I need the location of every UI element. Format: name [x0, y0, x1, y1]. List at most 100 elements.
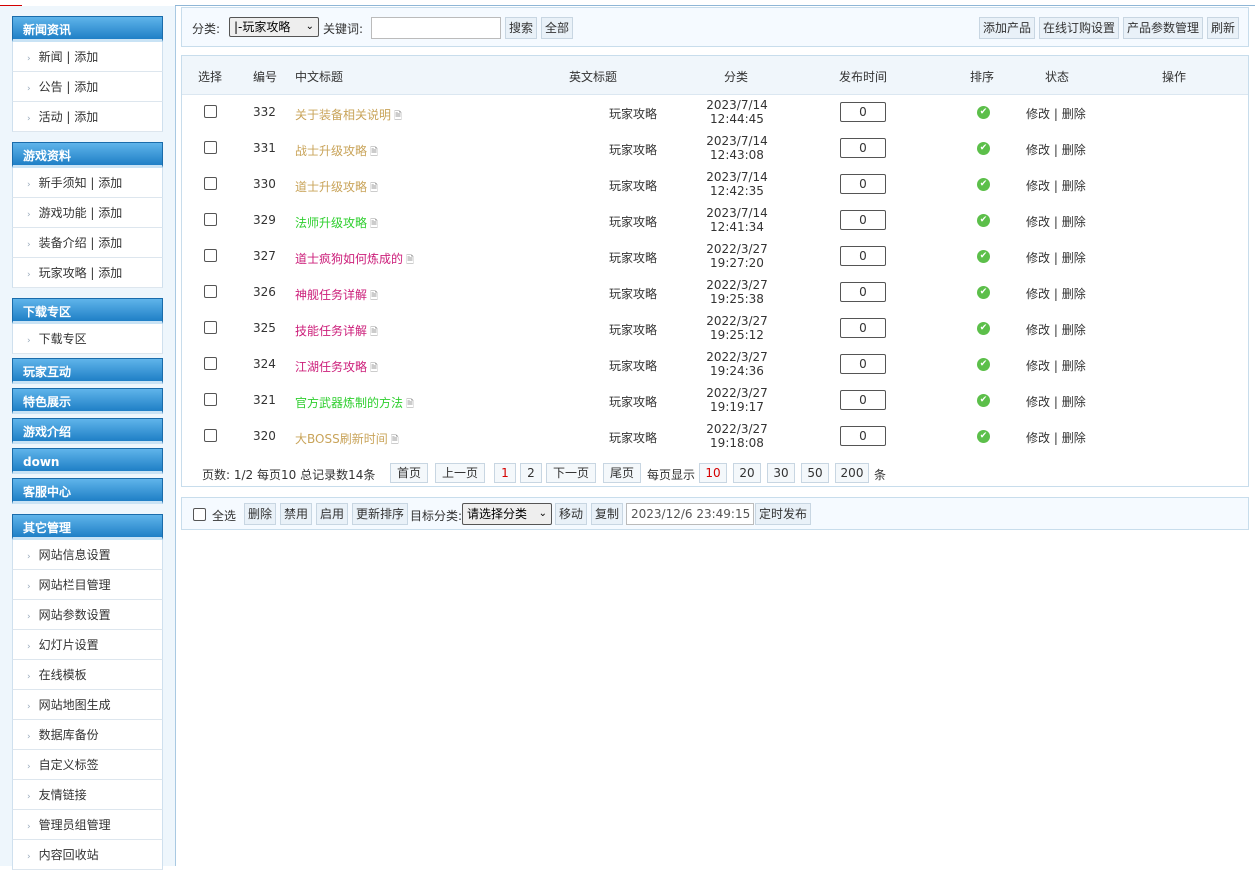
- sidebar-item[interactable]: › 装备介绍 | 添加: [12, 228, 163, 258]
- delete-link[interactable]: 删除: [1062, 215, 1086, 229]
- sidebar-group-title[interactable]: 其它管理: [12, 514, 163, 540]
- next-page-button[interactable]: 下一页: [546, 463, 596, 483]
- sidebar-group-title[interactable]: 特色展示: [12, 388, 163, 414]
- sidebar-group-title[interactable]: down: [12, 448, 163, 474]
- sidebar-item[interactable]: › 幻灯片设置: [12, 630, 163, 660]
- row-checkbox[interactable]: [204, 285, 217, 298]
- delete-link[interactable]: 删除: [1062, 431, 1086, 445]
- row-checkbox[interactable]: [204, 357, 217, 370]
- row-order-input[interactable]: 0: [840, 138, 886, 158]
- edit-link[interactable]: 修改: [1026, 107, 1050, 121]
- sidebar-group-title[interactable]: 玩家互动: [12, 358, 163, 384]
- check-circle-icon[interactable]: ✔: [977, 106, 990, 119]
- row-checkbox[interactable]: [204, 177, 217, 190]
- sidebar-item[interactable]: › 玩家攻略 | 添加: [12, 258, 163, 288]
- batch-disable-button[interactable]: 禁用: [280, 503, 313, 525]
- row-order-input[interactable]: 0: [840, 282, 886, 302]
- delete-link[interactable]: 删除: [1062, 395, 1086, 409]
- prev-page-button[interactable]: 上一页: [435, 463, 485, 483]
- sidebar-item[interactable]: › 友情链接: [12, 780, 163, 810]
- sidebar-item[interactable]: › 网站栏目管理: [12, 570, 163, 600]
- page-2-button[interactable]: 2: [520, 463, 542, 483]
- keyword-input[interactable]: [371, 17, 501, 39]
- sidebar-item[interactable]: › 在线模板: [12, 660, 163, 690]
- sidebar-item[interactable]: › 网站参数设置: [12, 600, 163, 630]
- select-all-checkbox[interactable]: [193, 508, 206, 521]
- add-product-button[interactable]: 添加产品: [979, 17, 1036, 39]
- category-select[interactable]: |-玩家攻略 ⌄: [229, 17, 319, 37]
- edit-link[interactable]: 修改: [1026, 287, 1050, 301]
- sidebar-group-title[interactable]: 游戏介绍: [12, 418, 163, 444]
- refresh-button[interactable]: 刷新: [1207, 17, 1240, 39]
- row-checkbox[interactable]: [204, 105, 217, 118]
- delete-link[interactable]: 删除: [1062, 323, 1086, 337]
- sidebar-item[interactable]: › 游戏功能 | 添加: [12, 198, 163, 228]
- check-circle-icon[interactable]: ✔: [977, 430, 990, 443]
- sidebar-group-title[interactable]: 下载专区: [12, 298, 163, 324]
- row-order-input[interactable]: 0: [840, 354, 886, 374]
- batch-enable-button[interactable]: 启用: [316, 503, 349, 525]
- row-title-link[interactable]: 技能任务详解: [295, 324, 367, 338]
- row-title-link[interactable]: 道士升级攻略: [295, 180, 367, 194]
- row-title-link[interactable]: 道士疯狗如何炼成的: [295, 252, 403, 266]
- check-circle-icon[interactable]: ✔: [977, 286, 990, 299]
- size-50-button[interactable]: 50: [801, 463, 829, 483]
- check-circle-icon[interactable]: ✔: [977, 214, 990, 227]
- edit-link[interactable]: 修改: [1026, 251, 1050, 265]
- row-order-input[interactable]: 0: [840, 210, 886, 230]
- move-button[interactable]: 移动: [555, 503, 588, 525]
- size-20-button[interactable]: 20: [733, 463, 761, 483]
- row-order-input[interactable]: 0: [840, 390, 886, 410]
- target-category-select[interactable]: 请选择分类 ⌄: [462, 503, 552, 525]
- edit-link[interactable]: 修改: [1026, 179, 1050, 193]
- sidebar-group-title[interactable]: 游戏资料: [12, 142, 163, 168]
- update-order-button[interactable]: 更新排序: [352, 503, 409, 525]
- online-order-button[interactable]: 在线订购设置: [1039, 17, 1120, 39]
- row-order-input[interactable]: 0: [840, 102, 886, 122]
- first-page-button[interactable]: 首页: [390, 463, 428, 483]
- row-title-link[interactable]: 神舰任务详解: [295, 288, 367, 302]
- row-order-input[interactable]: 0: [840, 174, 886, 194]
- sidebar-item[interactable]: › 下载专区: [12, 324, 163, 354]
- delete-link[interactable]: 删除: [1062, 107, 1086, 121]
- row-checkbox[interactable]: [204, 213, 217, 226]
- check-circle-icon[interactable]: ✔: [977, 358, 990, 371]
- copy-button[interactable]: 复制: [591, 503, 624, 525]
- row-checkbox[interactable]: [204, 429, 217, 442]
- size-30-button[interactable]: 30: [767, 463, 795, 483]
- sidebar-item[interactable]: › 网站地图生成: [12, 690, 163, 720]
- sidebar-item[interactable]: › 公告 | 添加: [12, 72, 163, 102]
- sidebar-item[interactable]: › 网站信息设置: [12, 540, 163, 570]
- page-1-button[interactable]: 1: [494, 463, 516, 483]
- delete-link[interactable]: 删除: [1062, 359, 1086, 373]
- sidebar-item[interactable]: › 新手须知 | 添加: [12, 168, 163, 198]
- edit-link[interactable]: 修改: [1026, 395, 1050, 409]
- edit-link[interactable]: 修改: [1026, 323, 1050, 337]
- sidebar-item[interactable]: › 活动 | 添加: [12, 102, 163, 132]
- check-circle-icon[interactable]: ✔: [977, 250, 990, 263]
- row-title-link[interactable]: 江湖任务攻略: [295, 360, 367, 374]
- row-order-input[interactable]: 0: [840, 246, 886, 266]
- schedule-datetime-input[interactable]: 2023/12/6 23:49:15: [626, 503, 754, 525]
- row-checkbox[interactable]: [204, 249, 217, 262]
- edit-link[interactable]: 修改: [1026, 359, 1050, 373]
- sidebar-item[interactable]: › 数据库备份: [12, 720, 163, 750]
- sidebar-item[interactable]: › 自定义标签: [12, 750, 163, 780]
- batch-delete-button[interactable]: 删除: [244, 503, 277, 525]
- size-10-button[interactable]: 10: [699, 463, 727, 483]
- sidebar-item[interactable]: › 管理员组管理: [12, 810, 163, 840]
- edit-link[interactable]: 修改: [1026, 431, 1050, 445]
- row-title-link[interactable]: 官方武器炼制的方法: [295, 396, 403, 410]
- sidebar-item[interactable]: › 新闻 | 添加: [12, 42, 163, 72]
- row-checkbox[interactable]: [204, 393, 217, 406]
- edit-link[interactable]: 修改: [1026, 143, 1050, 157]
- delete-link[interactable]: 删除: [1062, 287, 1086, 301]
- search-button[interactable]: 搜索: [505, 17, 538, 39]
- row-order-input[interactable]: 0: [840, 318, 886, 338]
- row-title-link[interactable]: 战士升级攻略: [295, 144, 367, 158]
- row-checkbox[interactable]: [204, 141, 217, 154]
- check-circle-icon[interactable]: ✔: [977, 394, 990, 407]
- row-order-input[interactable]: 0: [840, 426, 886, 446]
- row-title-link[interactable]: 法师升级攻略: [295, 216, 367, 230]
- product-params-button[interactable]: 产品参数管理: [1123, 17, 1204, 39]
